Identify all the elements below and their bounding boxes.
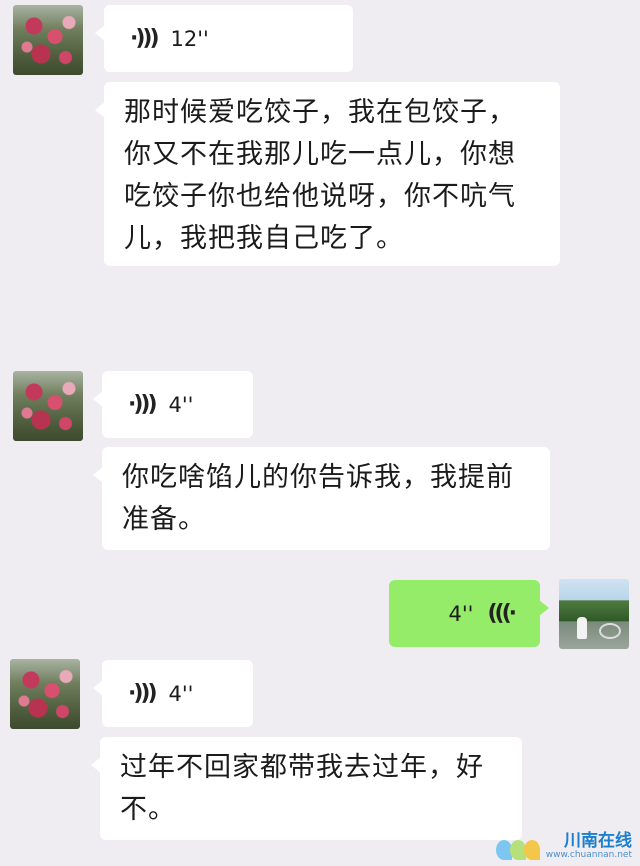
watermark-url: www.chuannan.net	[545, 850, 632, 860]
avatar-figure	[577, 617, 587, 639]
message-line: 吃饺子你也给他说呀，你不吭气	[124, 181, 516, 212]
contact-avatar[interactable]	[13, 371, 83, 441]
voice-wave-icon: ·)))	[130, 26, 159, 51]
message-line: 不。	[120, 794, 176, 825]
voice-duration: 12''	[170, 26, 209, 51]
text-message-bubble[interactable]: 你吃啥馅儿的你告诉我，我提前 准备。	[93, 447, 550, 550]
voice-duration: 4''	[168, 681, 194, 706]
watermark: 川南在线 www.chuannan.net	[495, 831, 632, 860]
voice-message-bubble[interactable]: ·))) 4''	[93, 660, 253, 727]
voice-wave-icon: ·)))	[128, 392, 157, 417]
voice-wave-icon: ·)))	[128, 681, 157, 706]
my-avatar[interactable]	[559, 579, 629, 649]
contact-avatar[interactable]	[10, 659, 80, 729]
voice-wave-icon: (((·	[487, 601, 516, 626]
watermark-title: 川南在线	[564, 831, 632, 851]
message-line: 儿，我把我自己吃了。	[124, 223, 404, 254]
message-line: 你吃啥馅儿的你告诉我，我提前	[122, 462, 514, 493]
message-line: 过年不回家都带我去过年，好	[120, 752, 484, 783]
message-line: 你又不在我那儿吃一点儿，你想	[124, 139, 516, 170]
voice-message-bubble[interactable]: ·))) 12''	[95, 5, 353, 72]
watermark-logo-icon	[495, 838, 542, 860]
message-line: 那时候爱吃饺子，我在包饺子，	[124, 97, 516, 128]
voice-duration: 4''	[168, 392, 194, 417]
avatar-bicycle	[599, 623, 621, 639]
contact-avatar[interactable]	[13, 5, 83, 75]
voice-message-bubble-outgoing[interactable]: 4'' (((·	[389, 580, 549, 647]
text-message-bubble[interactable]: 那时候爱吃饺子，我在包饺子， 你又不在我那儿吃一点儿，你想 吃饺子你也给他说呀，…	[95, 82, 560, 266]
voice-message-bubble[interactable]: ·))) 4''	[93, 371, 253, 438]
text-message-bubble[interactable]: 过年不回家都带我去过年，好 不。	[91, 737, 522, 840]
message-line: 准备。	[122, 504, 206, 535]
voice-duration: 4''	[448, 601, 474, 626]
